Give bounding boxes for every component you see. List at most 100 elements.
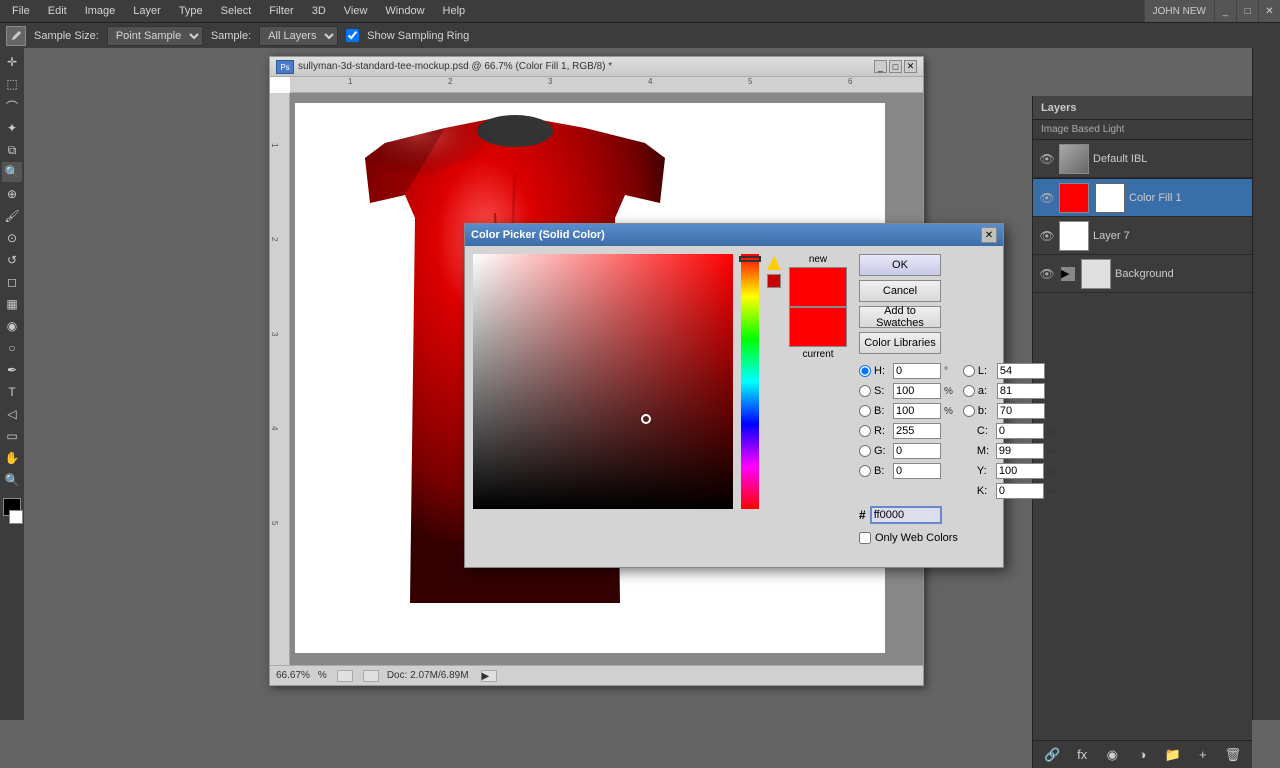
layer7-name: Layer 7 xyxy=(1093,230,1246,242)
new-layer-button[interactable]: + xyxy=(1193,745,1213,765)
left-toolbar: ✛ ⬚ ⌒ ✦ ⧉ 🔍 ⊕ 🖌 ⊙ ↺ ◻ ▦ ◉ ○ ✒ T ◁ ▭ ✋ 🔍 xyxy=(0,48,24,720)
hue-slider[interactable] xyxy=(741,254,759,509)
add-to-swatches-button[interactable]: Add to Swatches xyxy=(859,306,941,328)
doc-maximize-button[interactable]: □ xyxy=(889,60,902,73)
doc-minimize-button[interactable]: _ xyxy=(874,60,887,73)
gradient-tool[interactable]: ▦ xyxy=(2,294,22,314)
layer-color-fill-1[interactable]: 👁 Color Fill 1 xyxy=(1033,179,1252,217)
hand-tool[interactable]: ✋ xyxy=(2,448,22,468)
layer-background[interactable]: 👁 ▶ Background xyxy=(1033,255,1252,293)
close-app-button[interactable]: ✕ xyxy=(1258,0,1280,22)
cancel-button[interactable]: Cancel xyxy=(859,280,941,302)
history-tool[interactable]: ↺ xyxy=(2,250,22,270)
dodge-tool[interactable]: ○ xyxy=(2,338,22,358)
r-radio[interactable] xyxy=(859,425,871,437)
c-input[interactable]: 0 xyxy=(996,423,1044,439)
layer7-visibility-icon[interactable]: 👁 xyxy=(1039,228,1055,244)
show-sampling-ring-checkbox[interactable] xyxy=(346,29,359,42)
pen-tool[interactable]: ✒ xyxy=(2,360,22,380)
k-input[interactable]: 0 xyxy=(996,483,1044,499)
brush-tool[interactable]: 🖌 xyxy=(2,206,22,226)
color-picker-title: Color Picker (Solid Color) xyxy=(471,229,605,241)
maximize-button[interactable]: □ xyxy=(1236,0,1258,22)
color-libraries-button[interactable]: Color Libraries xyxy=(859,332,941,354)
h-label: H: xyxy=(874,365,890,377)
new-group-button[interactable]: 📁 xyxy=(1163,745,1183,765)
doc-close-button[interactable]: ✕ xyxy=(904,60,917,73)
only-web-colors-checkbox[interactable] xyxy=(859,532,871,544)
menu-view[interactable]: View xyxy=(336,3,376,19)
eyedropper-tool-icon[interactable] xyxy=(6,26,26,46)
eraser-tool[interactable]: ◻ xyxy=(2,272,22,292)
ok-button[interactable]: OK xyxy=(859,254,941,276)
menu-select[interactable]: Select xyxy=(213,3,260,19)
eyedropper-tool[interactable]: 🔍 xyxy=(2,162,22,182)
sample-select[interactable]: All Layers xyxy=(259,26,338,46)
clone-tool[interactable]: ⊙ xyxy=(2,228,22,248)
account-button[interactable]: JOHN NEW xyxy=(1144,0,1214,22)
r-input[interactable]: 255 xyxy=(893,423,941,439)
h-radio[interactable] xyxy=(859,365,871,377)
delete-layer-button[interactable]: 🗑 xyxy=(1223,745,1243,765)
menu-window[interactable]: Window xyxy=(377,3,432,19)
marquee-tool[interactable]: ⬚ xyxy=(2,74,22,94)
lasso-tool[interactable]: ⌒ xyxy=(2,96,22,116)
menu-type[interactable]: Type xyxy=(171,3,211,19)
g-radio[interactable] xyxy=(859,445,871,457)
layer-mask-button[interactable]: ◉ xyxy=(1102,745,1122,765)
menu-file[interactable]: File xyxy=(4,3,38,19)
ibl-layer-row[interactable]: 👁 Default IBL xyxy=(1033,140,1252,178)
blue-input[interactable]: 0 xyxy=(893,463,941,479)
crop-tool[interactable]: ⧉ xyxy=(2,140,22,160)
sample-size-select[interactable]: Point Sample xyxy=(107,26,203,46)
color-picker-close-button[interactable]: ✕ xyxy=(981,227,997,243)
layer-7[interactable]: 👁 Layer 7 xyxy=(1033,217,1252,255)
s-radio[interactable] xyxy=(859,385,871,397)
s-input[interactable]: 100 xyxy=(893,383,941,399)
link-layers-button[interactable]: 🔗 xyxy=(1042,745,1062,765)
y-input[interactable]: 100 xyxy=(996,463,1044,479)
menu-3d[interactable]: 3D xyxy=(304,3,334,19)
background-color-swatch[interactable] xyxy=(9,510,23,524)
g-input[interactable]: 0 xyxy=(893,443,941,459)
menu-edit[interactable]: Edit xyxy=(40,3,75,19)
y-label: Y: xyxy=(977,465,993,477)
background-expand-icon[interactable]: ▶ xyxy=(1061,267,1075,281)
color-fill-visibility-icon[interactable]: 👁 xyxy=(1039,190,1055,206)
ibl-visibility-icon[interactable]: 👁 xyxy=(1039,151,1055,167)
layer-style-button[interactable]: fx xyxy=(1072,745,1092,765)
adjustment-layer-button[interactable]: ◑ xyxy=(1132,745,1152,765)
menu-layer[interactable]: Layer xyxy=(125,3,169,19)
current-color-swatch[interactable] xyxy=(789,307,847,347)
web-color-warning-swatch[interactable] xyxy=(767,274,781,288)
color-values-section: H: 0 ° S: 100 % B: 1 xyxy=(859,362,1056,500)
a-input[interactable]: 81 xyxy=(997,383,1045,399)
shape-tool[interactable]: ▭ xyxy=(2,426,22,446)
text-tool[interactable]: T xyxy=(2,382,22,402)
m-input[interactable]: 99 xyxy=(996,443,1044,459)
blur-tool[interactable]: ◉ xyxy=(2,316,22,336)
menu-image[interactable]: Image xyxy=(77,3,124,19)
color-gradient-picker[interactable] xyxy=(473,254,733,509)
b-radio[interactable] xyxy=(859,405,871,417)
magic-wand-tool[interactable]: ✦ xyxy=(2,118,22,138)
b3-radio[interactable] xyxy=(963,405,975,417)
path-select-tool[interactable]: ◁ xyxy=(2,404,22,424)
h-input[interactable]: 0 xyxy=(893,363,941,379)
minimize-button[interactable]: _ xyxy=(1214,0,1236,22)
l-radio[interactable] xyxy=(963,365,975,377)
new-color-swatch[interactable] xyxy=(789,267,847,307)
move-tool[interactable]: ✛ xyxy=(2,52,22,72)
right-arrow-btn[interactable]: ▶ xyxy=(481,670,497,682)
blue-radio[interactable] xyxy=(859,465,871,477)
menu-help[interactable]: Help xyxy=(435,3,474,19)
b-input[interactable]: 100 xyxy=(893,403,941,419)
menu-filter[interactable]: Filter xyxy=(261,3,301,19)
heal-tool[interactable]: ⊕ xyxy=(2,184,22,204)
zoom-tool[interactable]: 🔍 xyxy=(2,470,22,490)
hex-input[interactable]: ff0000 xyxy=(870,506,942,524)
a-radio[interactable] xyxy=(963,385,975,397)
b3-input[interactable]: 70 xyxy=(997,403,1045,419)
alert-icon[interactable] xyxy=(767,256,781,270)
l-input[interactable]: 54 xyxy=(997,363,1045,379)
